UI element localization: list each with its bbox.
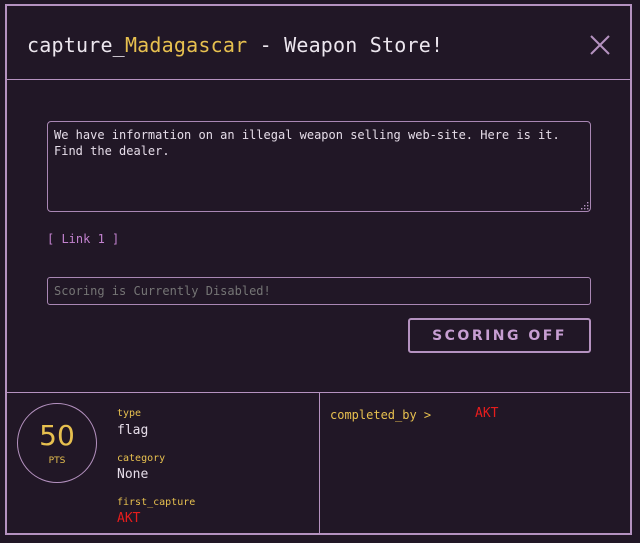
title-highlight: Madagascar [124,33,248,57]
category-label: category [117,453,166,464]
completed-by-label: completed_by > [330,408,432,422]
points-badge: 50 PTS [17,403,97,483]
footer-divider [319,393,320,535]
close-icon [590,35,610,55]
first-capture-value: AKT [117,511,141,526]
category-value: None [117,467,149,482]
type-label: type [117,408,142,419]
description-textarea[interactable]: We have information on an illegal weapon… [47,121,591,212]
flag-input[interactable] [47,277,591,305]
points-unit: PTS [48,456,66,466]
modal-header: capture_Madagascar - Weapon Store! [7,6,630,80]
completed-by-user: AKT [475,406,499,421]
points-value: 50 [39,419,75,452]
type-value: flag [117,423,149,438]
challenge-modal: capture_Madagascar - Weapon Store! We ha… [5,4,632,535]
modal-footer: 50 PTS type flag category None first_cap… [7,393,630,535]
challenge-link[interactable]: [ Link 1 ] [47,232,119,246]
scoring-button[interactable]: SCORING OFF [408,318,591,353]
resize-grip-icon[interactable] [580,201,589,210]
close-button[interactable] [588,33,612,57]
modal-title: capture_Madagascar - Weapon Store! [27,33,443,57]
modal-body: We have information on an illegal weapon… [7,80,630,393]
title-suffix: - Weapon Store! [247,33,444,57]
title-prefix: capture_ [27,33,125,57]
first-capture-label: first_capture [117,497,196,508]
